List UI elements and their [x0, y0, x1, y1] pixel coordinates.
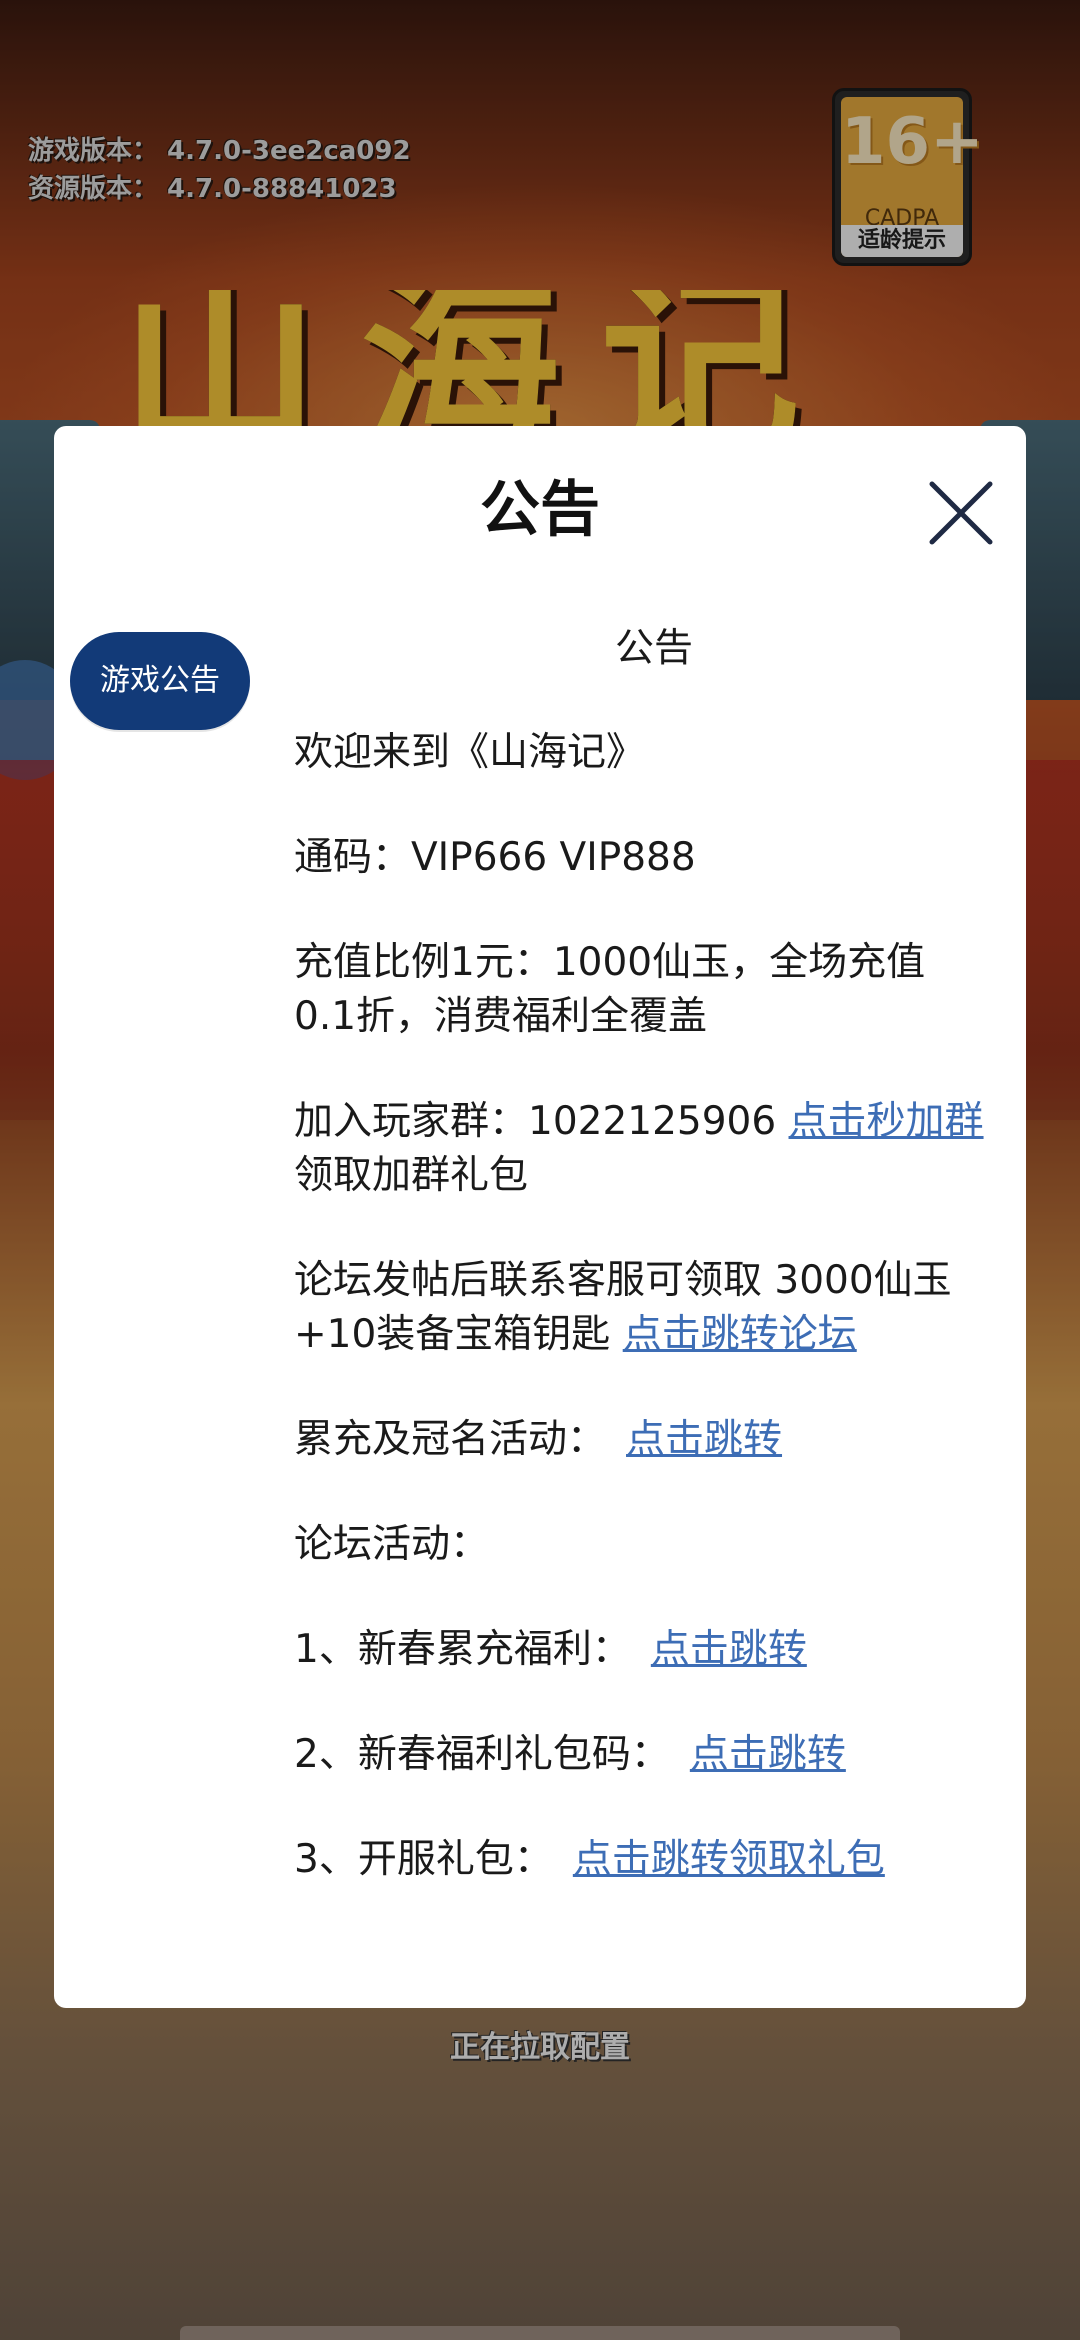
- game-launch-screen: 山海记 游戏版本： 4.7.0-3ee2ca092 资源版本： 4.7.0-88…: [0, 0, 1080, 2340]
- accum-link[interactable]: 点击跳转: [626, 1417, 782, 1462]
- forum-line: 论坛发帖后联系客服可领取 3000仙玉+10装备宝箱钥匙 点击跳转论坛: [294, 1254, 984, 1362]
- code-line: 通码：VIP666 VIP888: [294, 835, 696, 880]
- join-group-link[interactable]: 点击秒加群: [789, 1099, 984, 1144]
- activity-item-3: 3、开服礼包： 点击跳转领取礼包: [294, 1833, 984, 1887]
- activity-item-1: 1、新春累充福利： 点击跳转: [294, 1623, 984, 1677]
- announcement-heading: 公告: [614, 626, 693, 671]
- group-suffix: 领取加群礼包: [294, 1153, 529, 1198]
- item2-link[interactable]: 点击跳转: [690, 1732, 846, 1777]
- item3-text: 3、开服礼包：: [294, 1837, 553, 1882]
- accum-line: 累充及冠名活动： 点击跳转: [294, 1413, 984, 1467]
- close-icon: [929, 481, 993, 545]
- recharge-line: 充值比例1元：1000仙玉，全场充值0.1折，消费福利全覆盖: [294, 940, 926, 1039]
- forum-link[interactable]: 点击跳转论坛: [623, 1312, 857, 1357]
- group-line: 加入玩家群：1022125906 点击秒加群 领取加群礼包: [294, 1095, 984, 1203]
- welcome-line: 欢迎来到《山海记》: [294, 730, 646, 775]
- announcement-content: 公告 欢迎来到《山海记》 通码：VIP666 VIP888 充值比例1元：100…: [294, 622, 984, 1938]
- item1-text: 1、新春累充福利：: [294, 1627, 631, 1672]
- accum-text: 累充及冠名活动：: [294, 1417, 607, 1462]
- item2-text: 2、新春福利礼包码：: [294, 1732, 670, 1777]
- announcement-dialog: 公告 游戏公告 公告 欢迎来到《山海记》 通码：VIP666 VIP888 充值…: [54, 426, 1026, 2008]
- tab-game-announcement[interactable]: 游戏公告: [70, 632, 250, 730]
- activity-item-2: 2、新春福利礼包码： 点击跳转: [294, 1728, 984, 1782]
- item3-link[interactable]: 点击跳转领取礼包: [573, 1837, 885, 1882]
- group-text: 加入玩家群：1022125906: [294, 1099, 789, 1144]
- forum-activity-line: 论坛活动：: [294, 1522, 490, 1567]
- dialog-title: 公告: [480, 475, 600, 545]
- item1-link[interactable]: 点击跳转: [651, 1627, 807, 1672]
- close-button[interactable]: [926, 478, 996, 548]
